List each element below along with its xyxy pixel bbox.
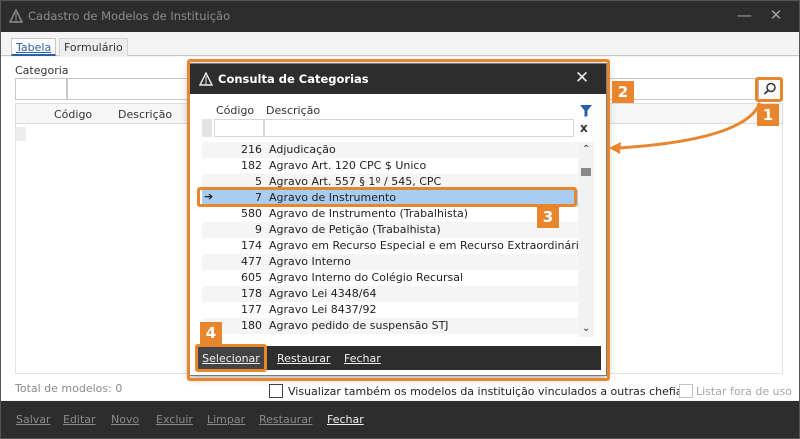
tab-bar: Tabela Formulário: [1, 32, 799, 56]
callout-search-highlight: [755, 77, 783, 102]
categoria-code-field[interactable]: [15, 78, 67, 100]
fechar-button[interactable]: Fechar: [327, 413, 364, 426]
novo-button[interactable]: Novo: [111, 413, 139, 426]
restaurar-button[interactable]: Restaurar: [259, 413, 312, 426]
callout-badge-1: 1: [757, 104, 779, 126]
minimize-icon[interactable]: —: [737, 8, 752, 23]
title-bar: Cadastro de Modelos de Instituição — ✕: [1, 1, 799, 32]
callout-badge-4: 4: [200, 322, 222, 344]
callout-badge-3: 3: [537, 206, 559, 228]
show-linked-checkbox[interactable]: [269, 384, 283, 398]
editar-button[interactable]: Editar: [63, 413, 96, 426]
window-title: Cadastro de Modelos de Instituição: [28, 9, 231, 23]
total-models: Total de modelos: 0: [15, 382, 123, 395]
salvar-button[interactable]: Salvar: [16, 413, 51, 426]
limpar-button[interactable]: Limpar: [207, 413, 245, 426]
categoria-label: Categoria: [15, 64, 69, 77]
tab-tabela[interactable]: Tabela: [11, 38, 57, 56]
tab-formulario[interactable]: Formulário: [59, 38, 128, 56]
callout-badge-2: 2: [612, 81, 634, 103]
bottom-toolbar: Salvar Editar Novo Excluir Limpar Restau…: [1, 401, 799, 438]
app-logo-icon: [9, 9, 23, 23]
close-icon[interactable]: ✕: [769, 8, 783, 23]
grid-filter-cell: [16, 127, 26, 141]
list-outside-use-label: Listar fora de uso: [696, 385, 793, 398]
excluir-button[interactable]: Excluir: [156, 413, 193, 426]
show-linked-label: Visualizar também os modelos da institui…: [288, 385, 689, 398]
column-codigo[interactable]: Código: [54, 108, 92, 121]
callout-row-highlight: [197, 187, 577, 207]
list-outside-use-checkbox[interactable]: [679, 384, 693, 398]
callout-button-highlight: [195, 344, 267, 372]
column-descricao[interactable]: Descrição: [118, 108, 172, 121]
